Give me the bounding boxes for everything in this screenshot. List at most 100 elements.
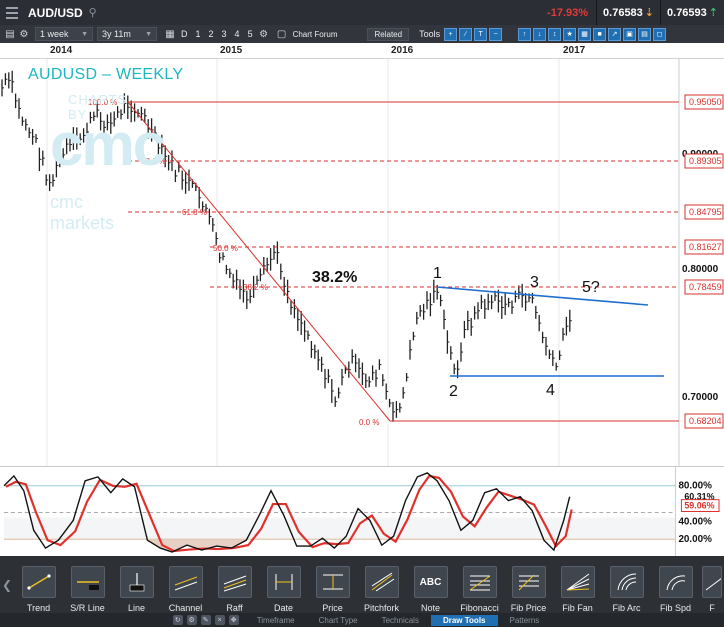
draw-tool-label: Channel [168, 603, 203, 613]
layout-icon[interactable]: ▤ [3, 27, 17, 41]
fib-value-label: 0.95050 [689, 97, 722, 107]
price-change: -17.93% [547, 6, 589, 19]
tab-timeframe[interactable]: Timeframe [245, 615, 307, 626]
tab-chart-type[interactable]: Chart Type [307, 615, 370, 626]
chart-toolbar: ▤ ⚙ 1 week ▼ 3y 11m ▼ ▦ D 1 2 3 4 5 ⚙ ▢ … [0, 25, 724, 43]
quote-panel: -17.93% 0.76583 ⇣ 0.76593 ⇡ [539, 0, 724, 25]
draw-tool-raff[interactable]: Raff [210, 556, 259, 613]
period-button-3[interactable]: 3 [218, 29, 231, 39]
draw-tool-label: Fib Fan [562, 603, 593, 613]
price-chart[interactable]: 0.90000 0.80000 0.70000 100.0 % 78.6 % 6… [0, 59, 724, 466]
menu-icon[interactable] [0, 0, 24, 25]
fibonacci-icon [462, 566, 497, 598]
range-select[interactable]: 3y 11m ▼ [97, 27, 157, 41]
price-axis-label: 0.80000 [682, 264, 719, 275]
draw-tool-fib-arc[interactable]: Fib Arc [602, 556, 651, 613]
draw-tool-label: S/R Line [70, 603, 105, 613]
print-icon[interactable]: ▤ [638, 27, 652, 41]
draw-tool-price[interactable]: Price [308, 556, 357, 613]
grid-icon[interactable]: ▦ [578, 27, 592, 41]
related-button[interactable]: Related [367, 27, 410, 41]
save-icon[interactable]: ▣ [623, 27, 637, 41]
tab-draw-tools[interactable]: Draw Tools [430, 614, 498, 626]
line-tool-icon[interactable]: ∕ [459, 27, 473, 41]
oscillator-axis-label: 40.00% [678, 516, 712, 527]
fib-value-label: 0.78459 [689, 282, 722, 292]
chart-title: AUDUSD – WEEKLY [28, 66, 184, 83]
tab-patterns[interactable]: Patterns [498, 615, 552, 626]
year-label: 2016 [391, 45, 414, 56]
refresh-icon[interactable]: ↻ [172, 615, 183, 625]
pencil-icon[interactable]: ✎ [200, 615, 211, 625]
draw-tool-line[interactable]: Line [112, 556, 161, 613]
text-tool-icon[interactable]: T [474, 27, 488, 41]
stochastic-panel[interactable]: 80.00% 40.00% 20.00% 60.31% 59.06% [0, 466, 724, 556]
draw-tool-pitchfork[interactable]: Pitchfork [357, 556, 406, 613]
select-icon[interactable]: ■ [593, 27, 607, 41]
scroll-left-icon[interactable]: ❮ [0, 556, 14, 613]
fib-value-label: 0.68204 [689, 416, 722, 426]
sr-line-icon [70, 566, 105, 598]
period-button-d[interactable]: D [177, 29, 192, 39]
close-icon[interactable]: × [214, 615, 225, 625]
price-range-icon [315, 566, 350, 598]
settings-icon[interactable]: ⚙ [186, 615, 197, 625]
buy-price-button[interactable]: 0.76593 ⇡ [660, 0, 724, 25]
quick-tools-right: ↑ ↓ ↕ ★ ▦ ■ ↗ ▣ ▤ ◻ [518, 27, 667, 41]
draw-tool-f[interactable]: F [700, 556, 724, 613]
draw-tool-label: Line [127, 603, 145, 613]
oscillator-axis-label: 20.00% [678, 534, 712, 545]
sell-price-button[interactable]: 0.76583 ⇣ [596, 0, 660, 25]
arrow-down-icon: ⇣ [644, 7, 655, 19]
draw-tool-label: Price [322, 603, 343, 613]
tools-label: Tools [419, 29, 441, 39]
search-icon[interactable]: ⚲ [89, 6, 97, 19]
oscillator-band [4, 517, 676, 540]
note-icon: ABC [413, 566, 448, 598]
period-button-1[interactable]: 1 [192, 29, 205, 39]
arrow-up-icon: ⇡ [708, 7, 718, 19]
star-icon[interactable]: ★ [563, 27, 577, 41]
trend-line-icon [21, 566, 56, 598]
chart-forum-link[interactable]: Chart Forum [289, 30, 342, 39]
eraser-icon[interactable]: − [489, 27, 503, 41]
draw-tool-trend[interactable]: Trend [14, 556, 63, 613]
period-button-5[interactable]: 5 [244, 29, 257, 39]
draw-tool-note[interactable]: ABC Note [406, 556, 455, 613]
tab-technicals[interactable]: Technicals [370, 615, 431, 626]
share-icon[interactable]: ↗ [608, 27, 622, 41]
fib-fan-icon [560, 566, 595, 598]
interval-select[interactable]: 1 week ▼ [35, 27, 93, 41]
calendar-icon[interactable]: ▦ [163, 27, 177, 41]
period-button-2[interactable]: 2 [205, 29, 218, 39]
gear-icon[interactable]: ⚙ [17, 27, 31, 41]
draw-tool-channel[interactable]: Channel [161, 556, 210, 613]
draw-tool-label: Fib Price [510, 603, 547, 613]
draw-tool-fib-fan[interactable]: Fib Fan [553, 556, 602, 613]
draw-tool-s-r-line[interactable]: S/R Line [63, 556, 112, 613]
interval-value: 1 week [40, 29, 69, 39]
tab-icons: ↻ ⚙ ✎ × ✥ [172, 615, 239, 625]
fullscreen-icon[interactable]: ◻ [653, 27, 667, 41]
expand-icon[interactable]: ↕ [548, 27, 562, 41]
draw-tool-fibonacci[interactable]: Fibonacci [455, 556, 504, 613]
draw-tool-fib-spd[interactable]: Fib Spd [651, 556, 700, 613]
chat-icon[interactable]: ▢ [275, 27, 289, 41]
draw-tool-fib-price[interactable]: Fib Price [504, 556, 553, 613]
buy-price: 0.76593 [667, 6, 707, 19]
draw-tool-label: Pitchfork [363, 603, 399, 613]
period-button-4[interactable]: 4 [231, 29, 244, 39]
move-icon[interactable]: ✥ [228, 615, 239, 625]
fib-pct-label: 38.2 % [243, 283, 268, 292]
move-up-icon[interactable]: ↑ [518, 27, 532, 41]
settings-icon[interactable]: ⚙ [257, 27, 271, 41]
instrument-symbol[interactable]: AUD/USD [28, 6, 83, 20]
range-value: 3y 11m [102, 29, 131, 39]
fib-value-label: 0.81627 [689, 242, 722, 252]
draw-tool-label: Fib Arc [612, 603, 641, 613]
year-label: 2014 [50, 45, 73, 56]
draw-tool-label: Fibonacci [460, 603, 499, 613]
move-down-icon[interactable]: ↓ [533, 27, 547, 41]
draw-tool-date[interactable]: Date [259, 556, 308, 613]
crosshair-icon[interactable]: + [444, 27, 458, 41]
